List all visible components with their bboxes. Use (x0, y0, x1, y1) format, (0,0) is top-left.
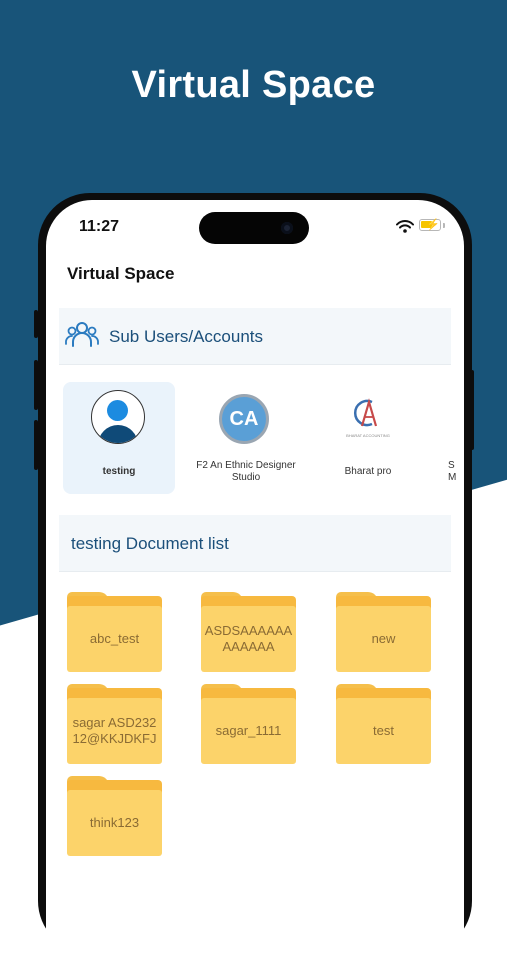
users-icon (65, 322, 99, 347)
folder-name: ASDSAAAAAAAAAAAA (204, 623, 293, 654)
phone-volume-down (34, 420, 38, 470)
sub-users-header[interactable]: Sub Users/Accounts (59, 308, 451, 365)
document-list-label: testing Document list (71, 534, 229, 553)
account-name: Bharat pro (344, 466, 392, 477)
folder-item[interactable]: abc_test (62, 586, 178, 672)
phone-volume-up (34, 360, 38, 410)
folder-item[interactable]: sagar ASD23212@KKJDKFJ (62, 678, 178, 764)
folder-name: think123 (89, 815, 140, 830)
phone-power-button (470, 370, 474, 450)
folder-name: abc_test (89, 631, 140, 646)
wifi-icon (396, 220, 414, 233)
folder-item[interactable]: new (331, 586, 447, 672)
phone-screen: 11:27 ⚡ Virtual Space Sub Users/Accounts (46, 200, 464, 960)
page-title: Virtual Space (67, 264, 175, 283)
account-card-f2[interactable]: CA F2 An Ethnic Designer Studio (190, 382, 302, 494)
sub-users-label: Sub Users/Accounts (109, 327, 264, 346)
account-name-partial[interactable]: S M (448, 460, 464, 484)
battery-tip (443, 223, 445, 228)
user-avatar-icon (91, 390, 145, 444)
marketing-headline: Virtual Space (131, 64, 376, 106)
ca-logo: CA (219, 394, 269, 444)
folder-name: new (371, 631, 396, 646)
folder-name: sagar ASD23212@KKJDKFJ (72, 715, 157, 746)
folder-name: sagar_1111 (215, 723, 282, 738)
account-card-bharat[interactable]: BHARAT ACCOUNTING Bharat pro (312, 382, 424, 494)
folder-item[interactable]: sagar_1111 (196, 678, 312, 764)
account-card-testing[interactable]: testing (63, 382, 175, 494)
bharat-logo-subtext: BHARAT ACCOUNTING (346, 433, 390, 438)
document-list-header: testing Document list (59, 515, 451, 572)
folder-name: test (373, 723, 394, 738)
camera-icon (281, 222, 293, 234)
folder-item[interactable]: think123 (62, 770, 178, 856)
folder-item[interactable]: test (331, 678, 447, 764)
phone-side-button (34, 310, 38, 338)
accounts-carousel[interactable]: testing CA F2 An Ethnic Designer Studio … (46, 380, 464, 498)
bharat-logo: BHARAT ACCOUNTING (340, 394, 396, 444)
battery-charging-icon: ⚡ (419, 219, 441, 231)
folder-item[interactable]: ASDSAAAAAAAAAAAA (196, 586, 312, 672)
status-time: 11:27 (79, 218, 120, 235)
account-name: F2 An Ethnic Designer Studio (196, 460, 296, 483)
account-name: testing (102, 466, 136, 477)
dynamic-island (199, 212, 309, 244)
